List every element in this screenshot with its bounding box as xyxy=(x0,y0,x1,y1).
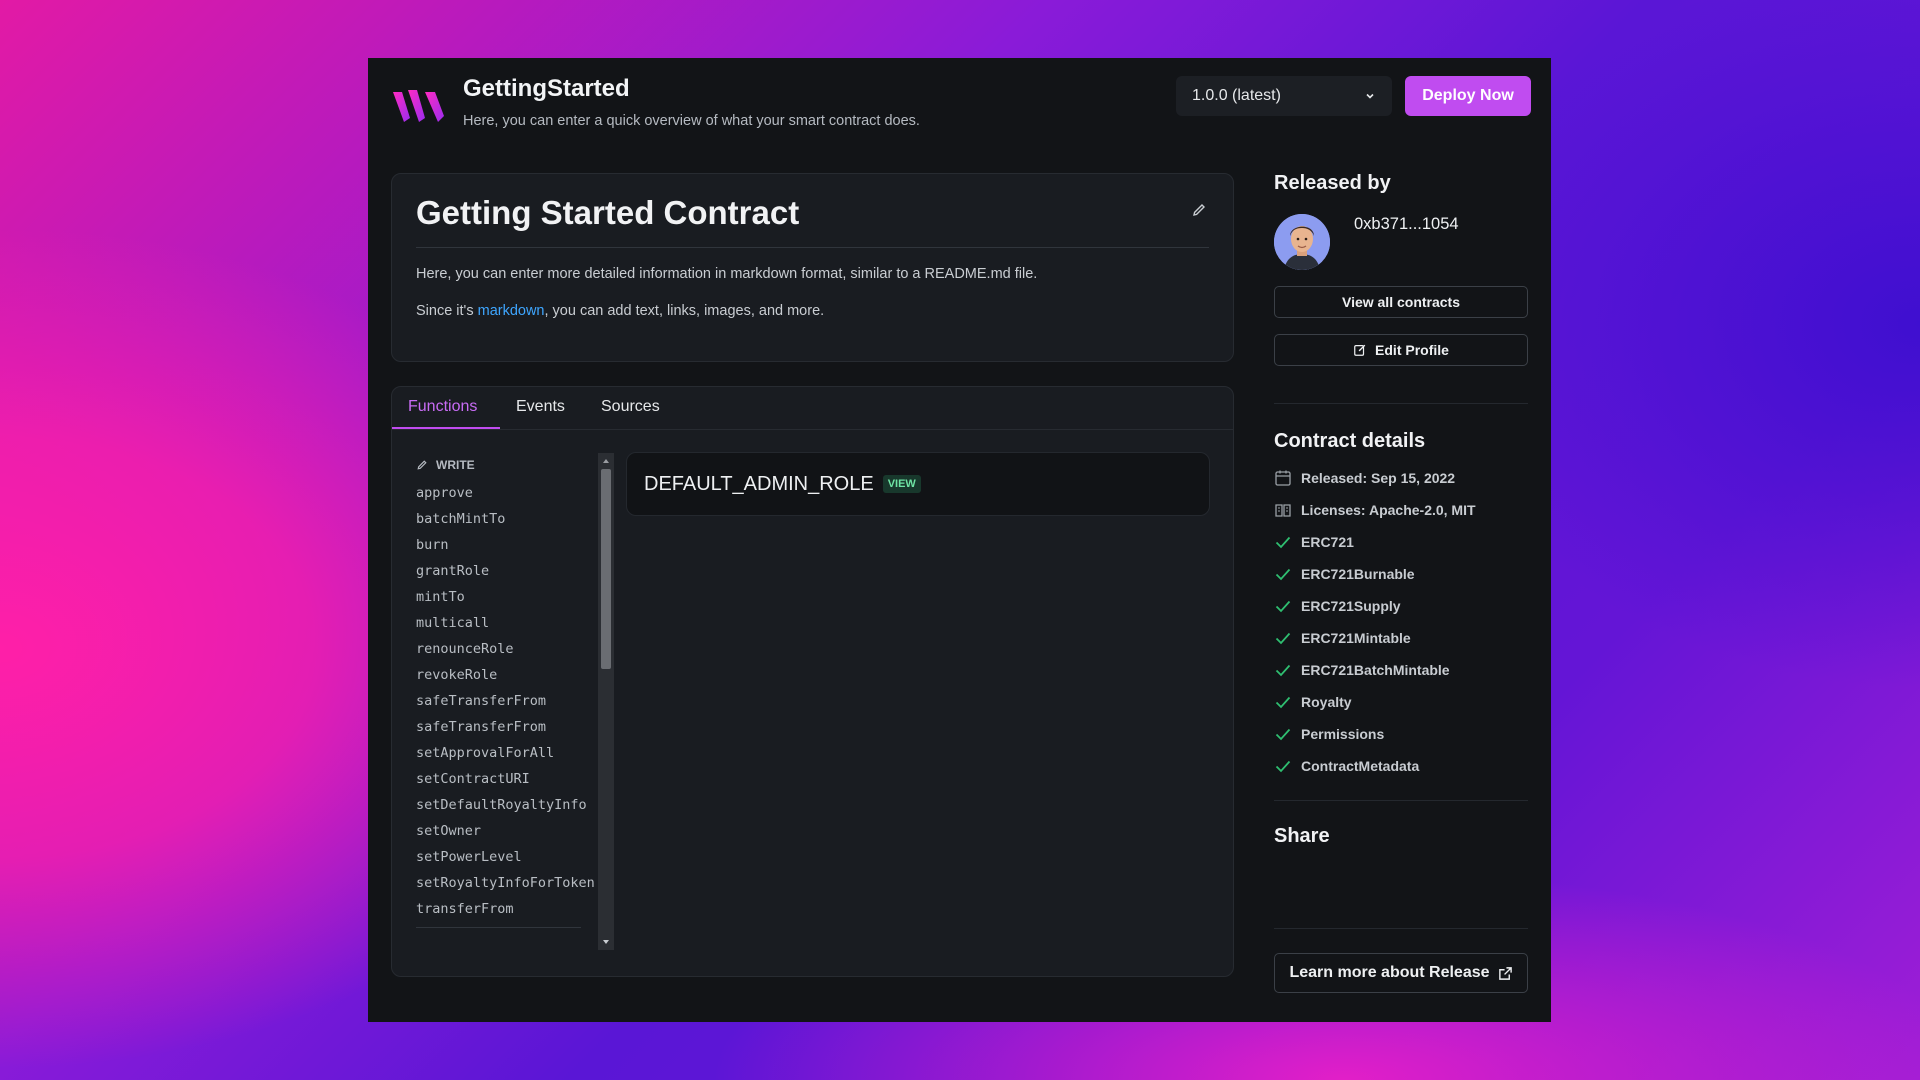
contract-overview-card: Getting Started Contract Here, you can e… xyxy=(391,173,1234,362)
function-list-scrollbar[interactable] xyxy=(598,453,614,950)
active-tab-indicator xyxy=(392,427,500,429)
app-title: GettingStarted xyxy=(463,75,630,102)
book-icon xyxy=(1275,504,1291,517)
extension-label: ERC721Mintable xyxy=(1301,630,1411,646)
extension-label: ContractMetadata xyxy=(1301,758,1420,774)
publisher-address[interactable]: 0xb371...1054 xyxy=(1354,215,1459,234)
function-item[interactable]: mintTo xyxy=(416,587,594,613)
tab-bar: Functions Events Sources xyxy=(392,387,1233,430)
write-section-header: WRITE xyxy=(416,455,594,475)
function-item[interactable]: batchMintTo xyxy=(416,509,594,535)
function-item[interactable]: setRoyaltyInfoForToken xyxy=(416,873,594,899)
function-item[interactable]: multicall xyxy=(416,613,594,639)
paragraph-text: Since it's xyxy=(416,303,478,319)
function-item[interactable]: grantRole xyxy=(416,561,594,587)
view-badge: VIEW xyxy=(882,475,921,493)
thirdweb-logo-icon xyxy=(393,90,444,122)
check-icon xyxy=(1275,696,1291,709)
app-subtitle: Here, you can enter a quick overview of … xyxy=(463,113,920,129)
external-link-icon xyxy=(1498,966,1512,980)
edit-icon xyxy=(1354,344,1366,356)
list-divider xyxy=(416,927,581,928)
function-item[interactable]: setApprovalForAll xyxy=(416,743,594,769)
extension-item: ERC721Mintable xyxy=(1274,629,1411,647)
deploy-now-button[interactable]: Deploy Now xyxy=(1405,76,1531,116)
extension-item: ContractMetadata xyxy=(1274,757,1419,775)
extension-label: ERC721Burnable xyxy=(1301,566,1415,582)
functions-card: Functions Events Sources WRITE approve b… xyxy=(391,386,1234,977)
tab-functions[interactable]: Functions xyxy=(408,398,477,416)
overview-paragraph-1: Here, you can enter more detailed inform… xyxy=(416,266,1038,282)
paragraph-text: , you can add text, links, images, and m… xyxy=(544,303,825,319)
selected-function-panel: DEFAULT_ADMIN_ROLE VIEW xyxy=(626,452,1210,516)
licenses: Licenses: Apache-2.0, MIT xyxy=(1301,502,1476,518)
function-item[interactable]: safeTransferFrom xyxy=(416,717,594,743)
function-item[interactable]: approve xyxy=(416,483,594,509)
check-icon xyxy=(1275,728,1291,741)
scroll-up-arrow-icon[interactable] xyxy=(601,455,611,467)
edit-profile-button[interactable]: Edit Profile xyxy=(1274,334,1528,366)
edit-profile-label: Edit Profile xyxy=(1375,342,1449,358)
function-item[interactable]: safeTransferFrom xyxy=(416,691,594,717)
check-icon xyxy=(1275,600,1291,613)
extension-item: ERC721BatchMintable xyxy=(1274,661,1450,679)
view-all-contracts-button[interactable]: View all contracts xyxy=(1274,286,1528,318)
released-by-heading: Released by xyxy=(1274,172,1391,194)
check-icon xyxy=(1275,536,1291,549)
function-list: WRITE approve batchMintTo burn grantRole… xyxy=(416,455,594,945)
function-item[interactable]: transferFrom xyxy=(416,899,594,925)
contract-details-heading: Contract details xyxy=(1274,430,1426,452)
section-divider xyxy=(1274,928,1528,929)
function-item[interactable]: burn xyxy=(416,535,594,561)
release-date: Released: Sep 15, 2022 xyxy=(1301,470,1456,486)
release-date-row: Released: Sep 15, 2022 xyxy=(1274,469,1455,487)
selected-function-name: DEFAULT_ADMIN_ROLE xyxy=(644,472,874,495)
pencil-icon xyxy=(417,460,427,470)
section-divider xyxy=(1274,800,1528,801)
extension-label: ERC721 xyxy=(1301,534,1354,550)
overview-paragraph-2: Since it's markdown, you can add text, l… xyxy=(416,303,824,319)
learn-more-label: Learn more about Release xyxy=(1289,964,1490,981)
licenses-row: Licenses: Apache-2.0, MIT xyxy=(1274,501,1476,519)
function-item[interactable]: setDefaultRoyaltyInfo xyxy=(416,795,594,821)
chevron-down-icon xyxy=(1366,93,1374,99)
publisher-avatar[interactable] xyxy=(1274,214,1330,270)
extension-item: ERC721Burnable xyxy=(1274,565,1415,583)
extension-label: ERC721BatchMintable xyxy=(1301,662,1450,678)
version-value: 1.0.0 (latest) xyxy=(1192,87,1281,104)
extension-label: Permissions xyxy=(1301,726,1385,742)
check-icon xyxy=(1275,568,1291,581)
version-select[interactable]: 1.0.0 (latest) xyxy=(1176,76,1392,116)
function-item[interactable]: revokeRole xyxy=(416,665,594,691)
extension-label: Royalty xyxy=(1301,694,1352,710)
extension-item: Permissions xyxy=(1274,725,1384,743)
check-icon xyxy=(1275,664,1291,677)
contract-title: Getting Started Contract xyxy=(416,194,800,231)
pencil-icon[interactable] xyxy=(1191,202,1207,218)
calendar-icon xyxy=(1275,470,1291,486)
tab-sources[interactable]: Sources xyxy=(601,398,660,416)
function-item[interactable]: setPowerLevel xyxy=(416,847,594,873)
function-item[interactable]: setContractURI xyxy=(416,769,594,795)
scroll-down-arrow-icon[interactable] xyxy=(601,936,611,948)
markdown-link[interactable]: markdown xyxy=(478,303,545,319)
check-icon xyxy=(1275,760,1291,773)
extension-item: Royalty xyxy=(1274,693,1352,711)
function-item[interactable]: setOwner xyxy=(416,821,594,847)
learn-more-release-button[interactable]: Learn more about Release xyxy=(1274,953,1528,993)
share-heading: Share xyxy=(1274,825,1330,847)
extension-item: ERC721 xyxy=(1274,533,1354,551)
scrollbar-thumb[interactable] xyxy=(601,469,611,669)
title-divider xyxy=(416,247,1209,248)
section-divider xyxy=(1274,403,1528,404)
check-icon xyxy=(1275,632,1291,645)
extension-label: ERC721Supply xyxy=(1301,598,1401,614)
app-window: GettingStarted Here, you can enter a qui… xyxy=(368,58,1551,1022)
tab-events[interactable]: Events xyxy=(516,398,565,416)
extension-item: ERC721Supply xyxy=(1274,597,1401,615)
write-label: WRITE xyxy=(436,458,475,472)
function-item[interactable]: renounceRole xyxy=(416,639,594,665)
